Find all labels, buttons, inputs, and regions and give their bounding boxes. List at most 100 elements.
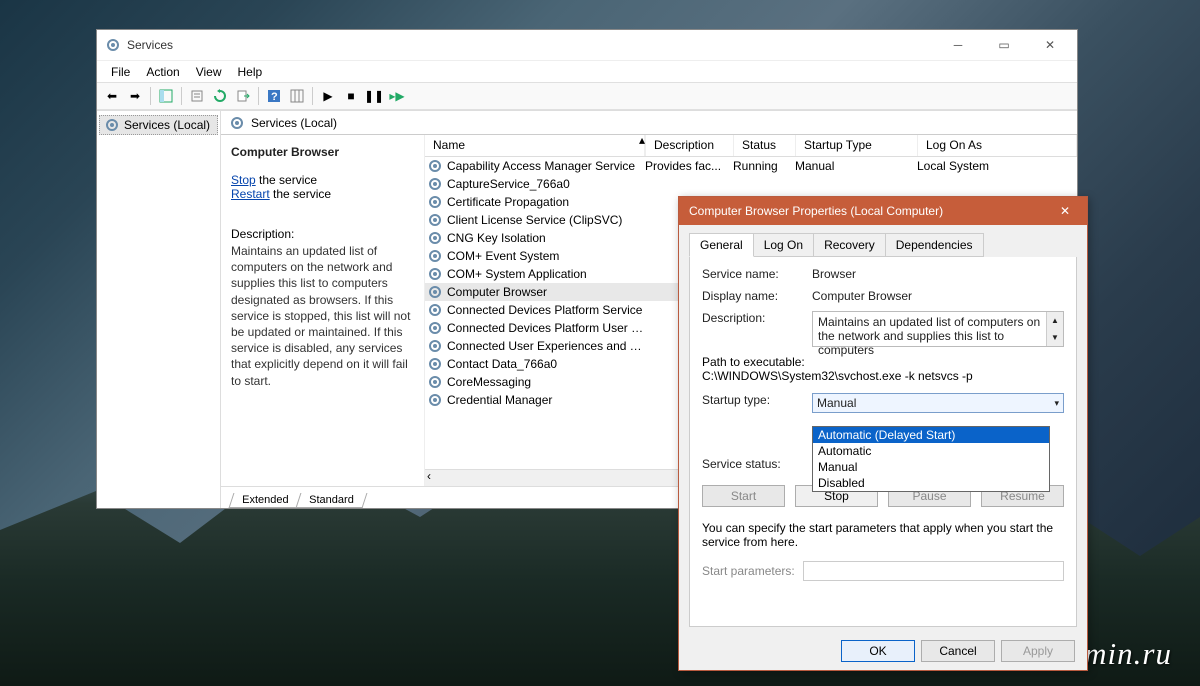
back-button[interactable]: ⬅	[101, 85, 123, 107]
service-row[interactable]: Capability Access Manager ServiceProvide…	[425, 157, 1077, 175]
service-name: Contact Data_766a0	[447, 357, 645, 371]
gear-icon	[427, 392, 443, 408]
tab-dependencies[interactable]: Dependencies	[885, 233, 984, 257]
export-button[interactable]	[232, 85, 254, 107]
label-service-status: Service status:	[702, 457, 812, 471]
gear-icon	[427, 374, 443, 390]
close-button[interactable]: ✕	[1027, 30, 1073, 60]
start-params-input	[803, 561, 1064, 581]
tab-general[interactable]: General	[689, 233, 754, 257]
option-manual[interactable]: Manual	[813, 459, 1049, 475]
stop-service-button[interactable]: ■	[340, 85, 362, 107]
minimize-button[interactable]: ─	[935, 30, 981, 60]
stop-service-line: Stop the service	[231, 173, 414, 187]
startup-type-dropdown: Automatic (Delayed Start) Automatic Manu…	[812, 426, 1050, 492]
gear-icon	[427, 158, 443, 174]
label-path: Path to executable:	[702, 355, 1064, 369]
service-name: CNG Key Isolation	[447, 231, 645, 245]
help-button[interactable]: ?	[263, 85, 285, 107]
tree-services-local[interactable]: Services (Local)	[99, 115, 218, 135]
window-title: Services	[127, 38, 935, 52]
gear-icon	[229, 115, 245, 131]
service-name: Connected Devices Platform Service	[447, 303, 645, 317]
gear-icon	[427, 248, 443, 264]
gear-icon	[104, 117, 120, 133]
pane-title: Services (Local)	[251, 116, 337, 130]
service-name: Connected Devices Platform User Servic..…	[447, 321, 645, 335]
gear-icon	[427, 302, 443, 318]
col-logon[interactable]: Log On As	[918, 135, 1077, 156]
dialog-close-button[interactable]: ✕	[1045, 197, 1085, 225]
label-service-name: Service name:	[702, 267, 812, 281]
gear-icon	[427, 338, 443, 354]
col-name[interactable]: Name	[425, 135, 645, 156]
properties-dialog: Computer Browser Properties (Local Compu…	[678, 196, 1088, 671]
menu-file[interactable]: File	[103, 63, 138, 80]
label-display-name: Display name:	[702, 289, 812, 303]
stop-link[interactable]: Stop	[231, 173, 256, 187]
start-service-button[interactable]: ▶	[317, 85, 339, 107]
value-display-name: Computer Browser	[812, 289, 1064, 303]
value-path: C:\WINDOWS\System32\svchost.exe -k netsv…	[702, 369, 1064, 383]
tree-pane: Services (Local)	[97, 111, 221, 508]
column-headers: Name ▴ Description Status Startup Type L…	[425, 135, 1077, 157]
service-name: Capability Access Manager Service	[447, 159, 645, 173]
dialog-title: Computer Browser Properties (Local Compu…	[689, 204, 1045, 218]
col-status[interactable]: Status	[734, 135, 796, 156]
apply-button: Apply	[1001, 640, 1075, 662]
option-disabled[interactable]: Disabled	[813, 475, 1049, 491]
description-text: Maintains an updated list of computers o…	[231, 243, 414, 389]
gear-icon	[427, 194, 443, 210]
service-name: Client License Service (ClipSVC)	[447, 213, 645, 227]
titlebar: Services ─ ▭ ✕	[97, 30, 1077, 60]
startup-type-combobox[interactable]: Manual ▾	[812, 393, 1064, 413]
restart-link[interactable]: Restart	[231, 187, 270, 201]
menu-help[interactable]: Help	[230, 63, 271, 80]
restart-service-button[interactable]: ▸▶	[386, 85, 408, 107]
gear-icon	[427, 176, 443, 192]
menu-view[interactable]: View	[188, 63, 230, 80]
scroll-down-icon[interactable]: ▼	[1046, 329, 1063, 346]
services-icon	[105, 37, 121, 53]
dialog-titlebar: Computer Browser Properties (Local Compu…	[679, 197, 1087, 225]
forward-button[interactable]: ➡	[124, 85, 146, 107]
scroll-up-icon[interactable]: ▲	[1046, 312, 1063, 329]
menubar: File Action View Help	[97, 60, 1077, 82]
pane-header: Services (Local)	[221, 111, 1077, 135]
description-textbox[interactable]: Maintains an updated list of computers o…	[812, 311, 1064, 347]
maximize-button[interactable]: ▭	[981, 30, 1027, 60]
menu-action[interactable]: Action	[138, 63, 187, 80]
show-hide-tree-button[interactable]	[155, 85, 177, 107]
sort-indicator-icon: ▴	[639, 133, 645, 147]
chevron-down-icon: ▾	[1054, 398, 1059, 409]
tab-recovery[interactable]: Recovery	[813, 233, 886, 257]
columns-button[interactable]	[286, 85, 308, 107]
service-name: Certificate Propagation	[447, 195, 645, 209]
col-description[interactable]: Description	[646, 135, 734, 156]
service-row[interactable]: CaptureService_766a0	[425, 175, 1077, 193]
refresh-button[interactable]	[209, 85, 231, 107]
cancel-button[interactable]: Cancel	[921, 640, 995, 662]
label-description: Description:	[702, 311, 812, 347]
option-automatic-delayed[interactable]: Automatic (Delayed Start)	[813, 427, 1049, 443]
ok-button[interactable]: OK	[841, 640, 915, 662]
tab-extended[interactable]: Extended	[229, 493, 302, 508]
gear-icon	[427, 284, 443, 300]
col-startup[interactable]: Startup Type	[796, 135, 918, 156]
tab-standard[interactable]: Standard	[296, 493, 368, 508]
label-start-params: Start parameters:	[702, 564, 795, 578]
selected-service-title: Computer Browser	[231, 145, 414, 159]
option-automatic[interactable]: Automatic	[813, 443, 1049, 459]
gear-icon	[427, 266, 443, 282]
service-name: CaptureService_766a0	[447, 177, 645, 191]
tree-item-label: Services (Local)	[124, 118, 210, 132]
value-service-name: Browser	[812, 267, 1064, 281]
svg-text:?: ?	[271, 91, 278, 103]
tab-logon[interactable]: Log On	[753, 233, 814, 257]
gear-icon	[427, 320, 443, 336]
label-startup-type: Startup type:	[702, 393, 812, 413]
pause-service-button[interactable]: ❚❚	[363, 85, 385, 107]
properties-button[interactable]	[186, 85, 208, 107]
service-name: Computer Browser	[447, 285, 645, 299]
gear-icon	[427, 230, 443, 246]
